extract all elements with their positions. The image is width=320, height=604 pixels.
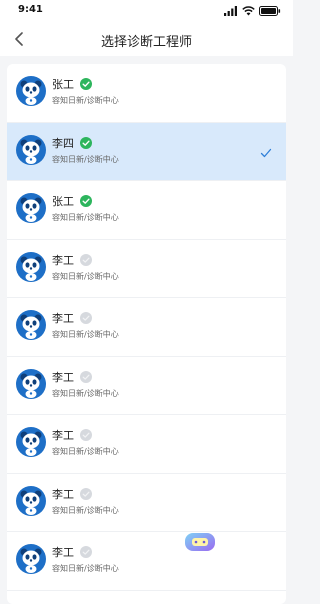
battery-icon [259, 6, 281, 16]
avatar [16, 310, 46, 340]
engineer-name: 李工 [52, 546, 74, 559]
offline-status-icon [80, 312, 92, 324]
list-item[interactable]: 李工容知日新/诊断中心 [7, 474, 286, 532]
engineer-department: 容知日新/诊断中心 [52, 96, 119, 105]
avatar [16, 485, 46, 516]
avatar [16, 193, 46, 223]
offline-status-icon [80, 370, 92, 383]
engineer-name: 李工 [52, 312, 74, 325]
engineer-name: 李工 [52, 370, 74, 384]
engineer-name: 李工 [52, 487, 74, 501]
status-time: 9:41 [18, 4, 43, 15]
engineer-name: 李四 [52, 136, 74, 150]
offline-status-icon [80, 253, 92, 266]
list-item[interactable]: 李工容知日新/诊断中心 [7, 532, 286, 591]
online-check-icon [80, 78, 92, 90]
engineer-list: 张工 容知日新/诊断中心 李四 容知日新/诊断中心 张工 容知日新/诊断中心 李工 容知日新/… [7, 64, 286, 604]
offline-status-icon [80, 546, 92, 558]
engineer-department: 容知日新/诊断中心 [52, 154, 119, 164]
engineer-department: 容知日新/诊断中心 [52, 271, 119, 281]
list-item[interactable]: 张工容知日新/诊断中心 [7, 64, 286, 123]
engineer-department: 容知日新/诊断中心 [52, 505, 119, 515]
avatar [16, 544, 46, 574]
avatar [16, 368, 46, 399]
selected-check-icon [260, 148, 272, 157]
avatar [16, 251, 46, 282]
avatar [16, 134, 46, 165]
list-item[interactable]: 张工容知日新/诊断中心 [7, 181, 286, 240]
engineer-department: 容知日新/诊断中心 [52, 447, 119, 456]
engineer-name: 张工 [52, 195, 74, 208]
engineer-name: 张工 [52, 78, 74, 91]
engineer-department: 容知日新/诊断中心 [52, 388, 119, 398]
floating-game-button[interactable] [184, 530, 216, 554]
engineer-department: 容知日新/诊断中心 [52, 564, 119, 573]
engineer-department: 容知日新/诊断中心 [52, 213, 119, 222]
list-item[interactable]: 李工容知日新/诊断中心 [7, 415, 286, 474]
engineer-name: 李工 [52, 253, 74, 267]
page-title: 选择诊断工程师 [100, 35, 192, 50]
signal-icon [224, 6, 237, 16]
offline-status-icon [80, 487, 92, 500]
list-item[interactable]: 李工容知日新/诊断中心 [7, 240, 286, 298]
gamepad-icon [185, 533, 215, 551]
list-item[interactable]: 李工容知日新/诊断中心 [7, 298, 286, 357]
status-icons [224, 6, 281, 16]
engineer-department: 容知日新/诊断中心 [52, 330, 119, 339]
avatar [16, 76, 46, 106]
status-bar: 9:41 [0, 0, 293, 22]
online-check-icon [80, 195, 92, 207]
list-item[interactable]: 李四容知日新/诊断中心 [7, 122, 286, 181]
avatar [16, 427, 46, 457]
list-item[interactable]: 李工容知日新/诊断中心 [7, 357, 286, 415]
engineer-name: 李工 [52, 429, 74, 442]
offline-status-icon [80, 429, 92, 441]
navigation-bar: 选择诊断工程师 [0, 22, 293, 56]
online-check-icon [80, 136, 92, 149]
wifi-icon [242, 6, 255, 16]
